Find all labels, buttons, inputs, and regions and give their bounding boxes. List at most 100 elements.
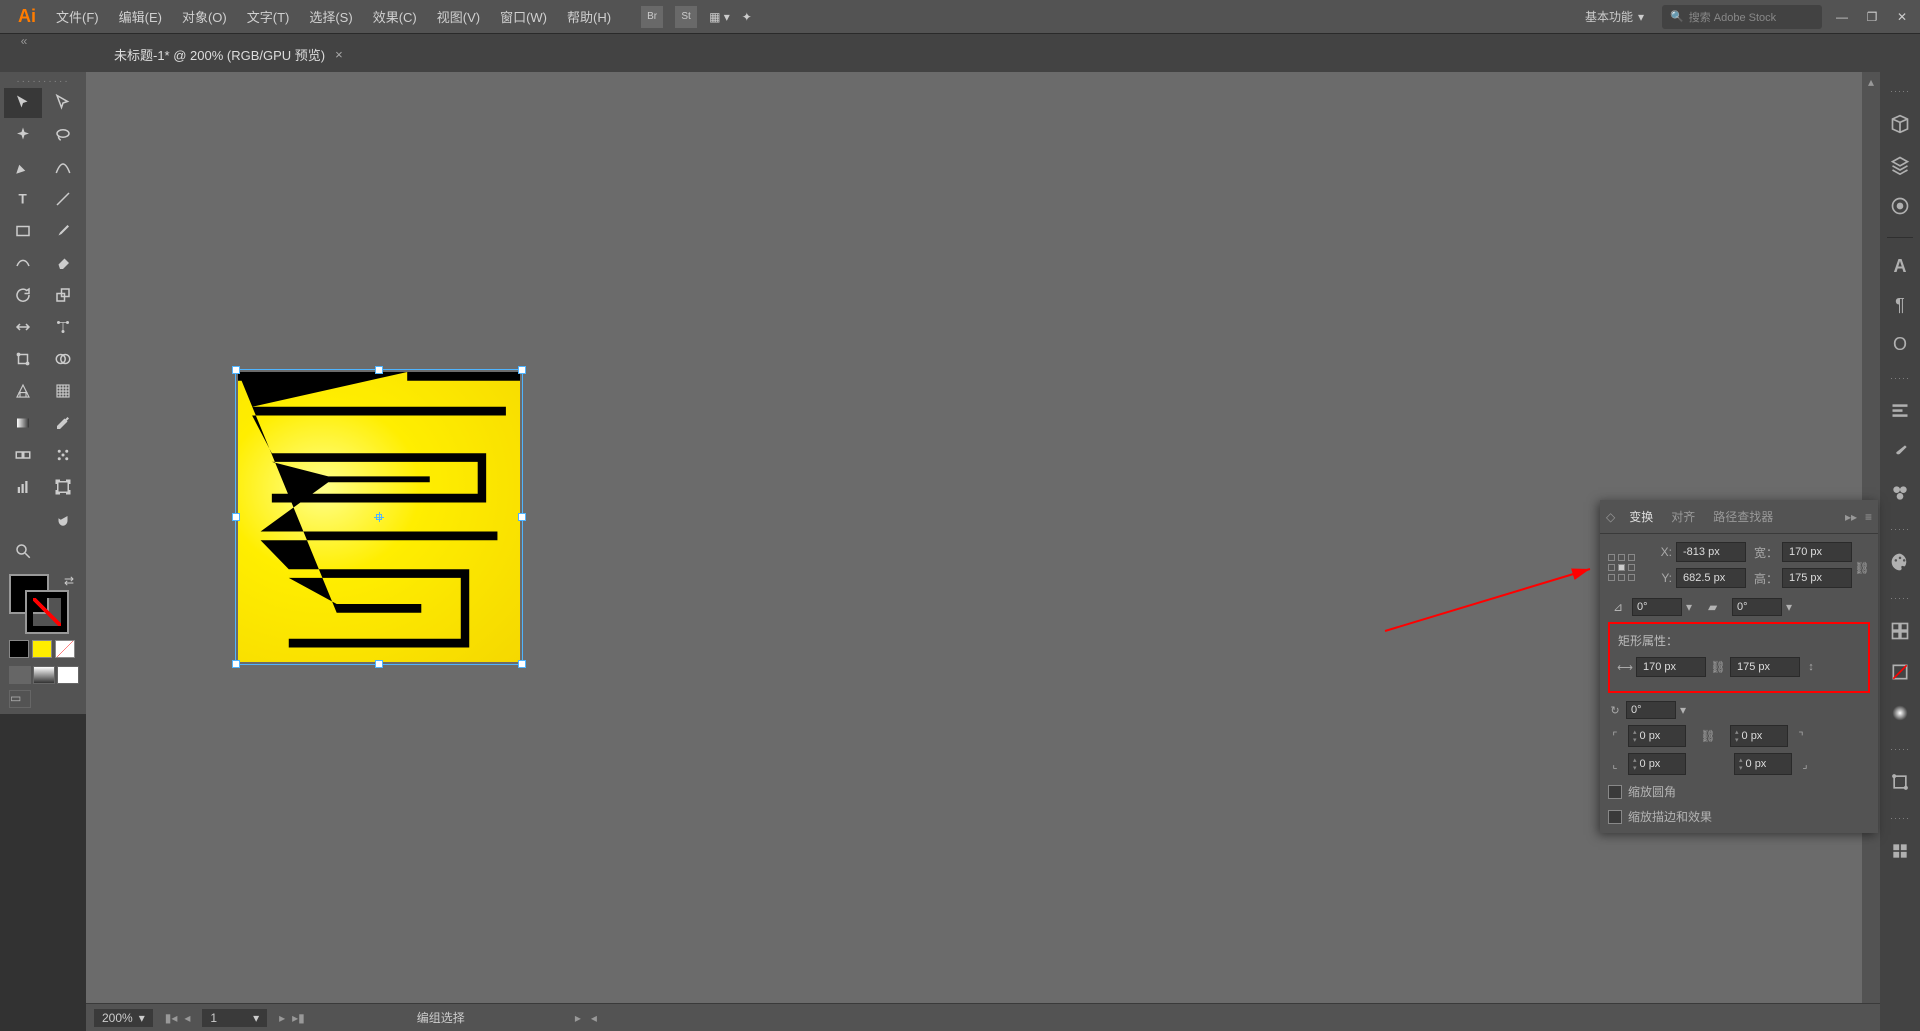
- window-minimize-icon[interactable]: —: [1832, 10, 1852, 24]
- arrange-docs-icon[interactable]: ▦ ▾: [709, 10, 730, 24]
- shear-input[interactable]: 0°: [1732, 598, 1782, 616]
- nav-first-icon[interactable]: ▮◂: [163, 1011, 180, 1025]
- scale-effects-checkbox[interactable]: [1608, 810, 1622, 824]
- zoom-tool[interactable]: [4, 536, 42, 566]
- align-panel-icon[interactable]: [1890, 401, 1910, 424]
- menu-file[interactable]: 文件(F): [46, 0, 109, 34]
- shear-dropdown-icon[interactable]: ▾: [1786, 600, 1792, 614]
- color-mode-none[interactable]: [57, 666, 79, 684]
- screen-mode-normal[interactable]: ▭: [9, 690, 31, 708]
- rotate-dropdown-icon[interactable]: ▾: [1686, 600, 1692, 614]
- menu-object[interactable]: 对象(O): [172, 0, 237, 34]
- zoom-selector[interactable]: 200% ▾: [94, 1009, 153, 1027]
- window-restore-icon[interactable]: ❐: [1862, 10, 1882, 24]
- appearance-panel-icon[interactable]: [1890, 841, 1910, 864]
- type-tool[interactable]: T: [4, 184, 42, 214]
- search-stock-input[interactable]: 🔍 搜索 Adobe Stock: [1662, 5, 1822, 29]
- y-input[interactable]: [1676, 568, 1746, 588]
- toolbar-grip-icon[interactable]: ··········: [4, 76, 82, 86]
- layers-icon[interactable]: [1890, 155, 1910, 178]
- resize-handle-bm[interactable]: [375, 660, 383, 668]
- pathfinder-tab[interactable]: 路径查找器: [1709, 504, 1777, 529]
- scale-tool[interactable]: [44, 280, 82, 310]
- width-tool[interactable]: [4, 312, 42, 342]
- rect-rotate-input[interactable]: 0°: [1626, 701, 1676, 719]
- color-mode-gradient[interactable]: [33, 666, 55, 684]
- menu-window[interactable]: 窗口(W): [490, 0, 557, 34]
- corner-br-icon[interactable]: ⌟: [1798, 757, 1812, 771]
- strip-grip-icon-5[interactable]: ·····: [1890, 744, 1910, 754]
- scale-corners-checkbox[interactable]: [1608, 785, 1622, 799]
- control-bar-handle[interactable]: «: [0, 34, 48, 48]
- menu-type[interactable]: 文字(T): [237, 0, 300, 34]
- close-tab-icon[interactable]: ×: [335, 47, 343, 62]
- free-tfm-tool[interactable]: [4, 344, 42, 374]
- height-input[interactable]: [1782, 568, 1852, 588]
- width-input[interactable]: [1782, 542, 1852, 562]
- corner-tr-icon[interactable]: ⌝: [1794, 729, 1808, 743]
- curvature-tool[interactable]: [44, 152, 82, 182]
- nav-next-icon[interactable]: ▸: [277, 1011, 287, 1025]
- stock-icon[interactable]: St: [675, 6, 697, 28]
- color-mode-normal[interactable]: [9, 666, 31, 684]
- menu-help[interactable]: 帮助(H): [557, 0, 621, 34]
- fill-stroke-swatch[interactable]: ⇄: [4, 574, 80, 634]
- panel-collapse-icon[interactable]: ▸▸: [1845, 510, 1857, 524]
- strip-grip-icon-2[interactable]: ·····: [1890, 373, 1910, 383]
- resize-handle-tr[interactable]: [518, 366, 526, 374]
- bridge-icon[interactable]: Br: [641, 6, 663, 28]
- rotate-input[interactable]: 0°: [1632, 598, 1682, 616]
- blend-tool[interactable]: [4, 440, 42, 470]
- no-color-icon[interactable]: [1890, 662, 1910, 685]
- nav-last-icon[interactable]: ▸▮: [290, 1011, 307, 1025]
- hand-tool[interactable]: [44, 504, 82, 534]
- align-tab[interactable]: 对齐: [1667, 504, 1699, 529]
- gpu-icon[interactable]: ✦: [742, 10, 752, 24]
- shape-builder-tool[interactable]: [44, 344, 82, 374]
- paragraph-panel-icon[interactable]: ¶: [1895, 295, 1905, 316]
- menu-select[interactable]: 选择(S): [299, 0, 362, 34]
- nav-prev-icon[interactable]: ◂: [182, 1011, 192, 1025]
- eyedropper-tool[interactable]: [44, 408, 82, 438]
- graph-tool[interactable]: [4, 472, 42, 502]
- pen-tool[interactable]: [4, 152, 42, 182]
- window-close-icon[interactable]: ✕: [1892, 10, 1912, 24]
- workspace-selector[interactable]: 基本功能 ▾: [1577, 5, 1652, 28]
- corner-bl-icon[interactable]: ⌞: [1608, 757, 1622, 771]
- paintbrush-tool[interactable]: [44, 216, 82, 246]
- selection-tool[interactable]: [4, 88, 42, 118]
- strip-grip-icon[interactable]: ·····: [1890, 86, 1910, 96]
- panel-link-icon[interactable]: ◇: [1606, 510, 1615, 524]
- swatch-yellow[interactable]: [32, 640, 52, 658]
- magic-wand-tool[interactable]: [4, 120, 42, 150]
- rect-rotate-dropdown-icon[interactable]: ▾: [1680, 703, 1686, 717]
- perspective-tool[interactable]: [4, 376, 42, 406]
- shaper-tool[interactable]: [4, 248, 42, 278]
- transform-panel-icon[interactable]: [1890, 772, 1910, 795]
- opentype-panel-icon[interactable]: O: [1893, 334, 1907, 355]
- slice-tool[interactable]: [4, 504, 42, 534]
- artboard-selector[interactable]: 1 ▾: [202, 1009, 267, 1027]
- menu-edit[interactable]: 编辑(E): [109, 0, 172, 34]
- menu-effect[interactable]: 效果(C): [363, 0, 427, 34]
- strip-grip-icon-4[interactable]: ·····: [1890, 593, 1910, 603]
- reference-point-grid[interactable]: [1608, 554, 1636, 582]
- resize-handle-ml[interactable]: [232, 513, 240, 521]
- menu-view[interactable]: 视图(V): [427, 0, 490, 34]
- brushes-panel-icon[interactable]: [1890, 442, 1910, 465]
- color-panel-icon[interactable]: [1890, 552, 1910, 575]
- character-panel-icon[interactable]: A: [1894, 256, 1907, 277]
- rect-link-icon[interactable]: ⛓: [1710, 660, 1726, 674]
- corner-tr-input[interactable]: ▴▾0 px: [1730, 725, 1788, 747]
- swatches-icon[interactable]: [1890, 621, 1910, 644]
- resize-handle-tm[interactable]: [375, 366, 383, 374]
- strip-grip-icon-6[interactable]: ·····: [1890, 813, 1910, 823]
- resize-handle-bl[interactable]: [232, 660, 240, 668]
- x-input[interactable]: [1676, 542, 1746, 562]
- lasso-tool[interactable]: [44, 120, 82, 150]
- corner-bl-input[interactable]: ▴▾0 px: [1628, 753, 1686, 775]
- symbol-tool[interactable]: [44, 440, 82, 470]
- resize-handle-mr[interactable]: [518, 513, 526, 521]
- swatch-none[interactable]: [55, 640, 75, 658]
- direct-selection-tool[interactable]: [44, 88, 82, 118]
